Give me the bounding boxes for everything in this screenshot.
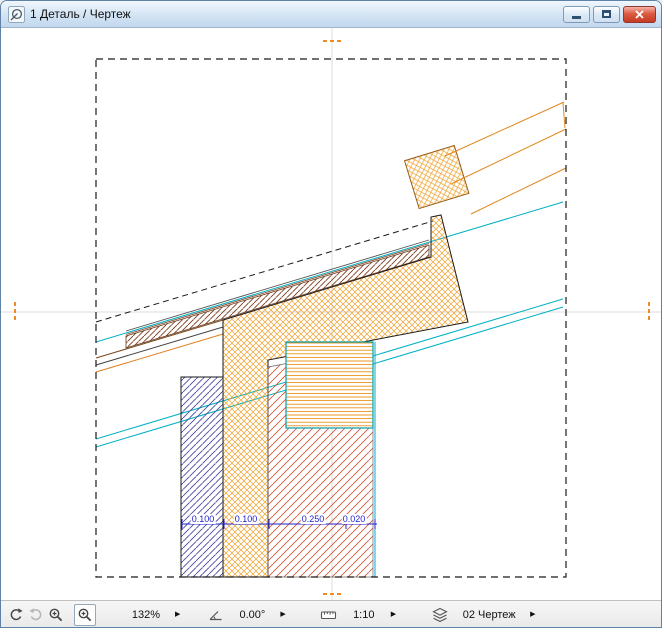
zoom-in-button[interactable]: [46, 605, 66, 625]
beam-section: [285, 341, 374, 429]
orientation-value[interactable]: 0.00°: [229, 609, 275, 621]
zoom-flyout-arrow[interactable]: ▶: [175, 611, 180, 618]
minimize-icon: [572, 16, 581, 19]
close-icon: [635, 9, 644, 19]
dimension-label[interactable]: 0.100: [190, 514, 216, 524]
zoom-next-icon: [29, 607, 42, 620]
detail-drawing-icon: [8, 5, 25, 23]
zoom-window-icon: [78, 608, 92, 621]
dimension-label[interactable]: 0.020: [341, 514, 367, 524]
zoom-next-button[interactable]: [26, 605, 46, 625]
drawing-area: 0.100 0.100 0.250 0.020: [1, 28, 661, 600]
angle-icon: [209, 610, 222, 620]
detail-window: 1 Деталь / Чертеж 0.100 0.100 0.250 0.02…: [0, 0, 662, 628]
rafter-lines: [444, 101, 567, 215]
window-title: 1 Деталь / Чертеж: [30, 7, 131, 21]
scale-value[interactable]: 1:10: [342, 609, 386, 621]
layers-icon: [432, 607, 448, 622]
orientation-control[interactable]: 0.00° ▶: [208, 607, 286, 623]
ruler-icon: [320, 610, 336, 619]
titlebar[interactable]: 1 Деталь / Чертеж: [1, 1, 661, 28]
close-button[interactable]: [623, 5, 656, 23]
zoom-previous-button[interactable]: [6, 605, 26, 625]
scale-control[interactable]: 1:10 ▶: [320, 607, 396, 623]
zoom-previous-icon: [10, 607, 23, 620]
layer-value[interactable]: 02 Чертеж: [453, 609, 525, 621]
dimension-label[interactable]: 0.100: [233, 514, 259, 524]
purlin-crosshatch: [403, 144, 470, 210]
column-hatch: [180, 376, 224, 578]
zoom-window-button[interactable]: [74, 603, 96, 626]
zoom-level-control[interactable]: 132% ▶: [122, 609, 180, 621]
drawing-viewport[interactable]: [1, 28, 661, 600]
orientation-flyout-arrow[interactable]: ▶: [280, 611, 285, 618]
maximize-button[interactable]: [593, 5, 620, 23]
layer-control[interactable]: 02 Чертеж ▶: [432, 607, 536, 623]
layer-flyout-arrow[interactable]: ▶: [530, 611, 535, 618]
statusbar: 132% ▶ 0.00° ▶ 1:10 ▶ 02 Чертеж ▶: [1, 600, 661, 627]
maximize-icon: [602, 10, 611, 18]
dimension-label[interactable]: 0.250: [300, 514, 326, 524]
zoom-in-icon: [49, 608, 63, 621]
minimize-button[interactable]: [563, 5, 590, 23]
scale-flyout-arrow[interactable]: ▶: [391, 611, 396, 618]
zoom-level-value[interactable]: 132%: [122, 609, 170, 621]
